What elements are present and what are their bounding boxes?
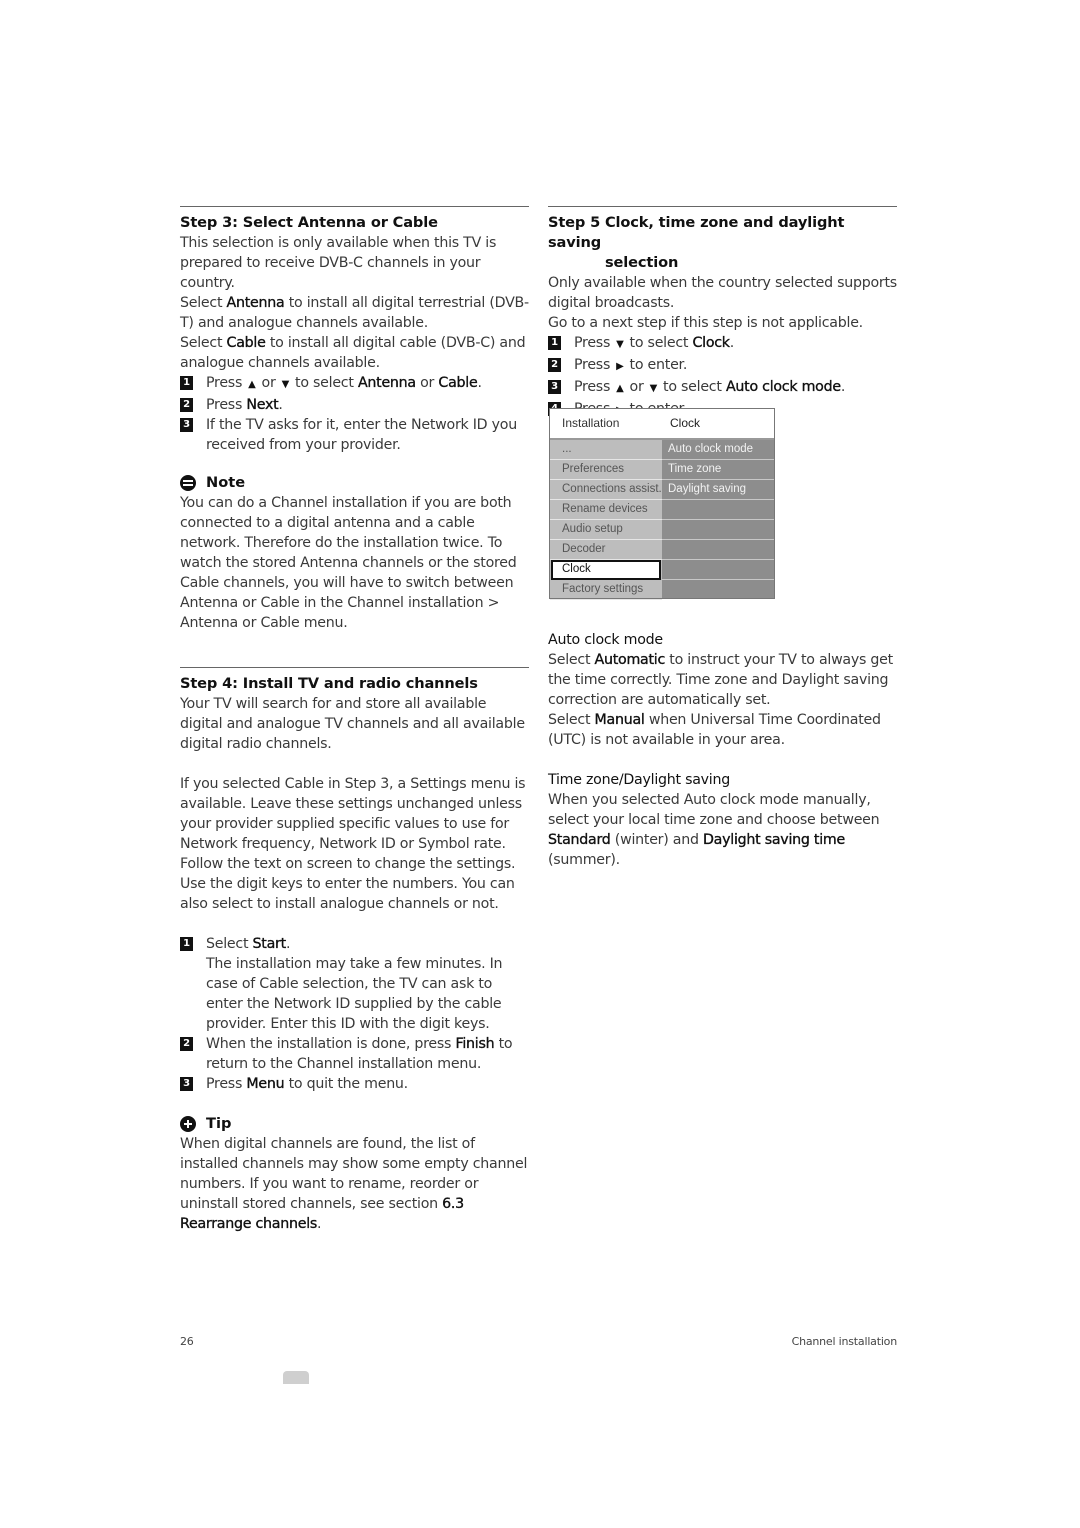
section-name: Channel installation xyxy=(791,1335,898,1348)
menu-item-decoder[interactable]: Decoder xyxy=(550,540,662,560)
right-column-lower: Auto clock mode Select Automatic to inst… xyxy=(548,630,897,870)
step-number-badge: 2 xyxy=(180,398,193,412)
auto-clock-paragraph-2: Select Manual when Universal Time Coordi… xyxy=(548,712,881,748)
step-number-badge: 3 xyxy=(548,380,561,394)
tv-installation-menu: Installation Clock ... Preferences Conne… xyxy=(549,408,775,600)
tip-heading: Tip xyxy=(180,1114,529,1134)
menu-subitem-empty xyxy=(662,520,774,540)
menu-subitem-empty xyxy=(662,580,774,599)
menu-left-list: ... Preferences Connections assist. Rena… xyxy=(550,440,662,600)
note-text: You can do a Channel installation if you… xyxy=(180,495,517,631)
page-number: 26 xyxy=(180,1335,194,1348)
timezone-paragraph: When you selected Auto clock mode manual… xyxy=(548,792,880,868)
step4-paragraph-1: Your TV will search for and store all av… xyxy=(180,696,525,752)
menu-header-clock: Clock xyxy=(670,416,701,430)
step5-heading: Step 5 Clock, time zone and daylight savi… xyxy=(548,214,845,271)
step3-paragraph-3: Select Cable to install all digital cabl… xyxy=(180,335,526,371)
step5-instruction-2: 2 Press ▶ to enter. xyxy=(548,355,897,377)
step-number-badge: 3 xyxy=(180,1077,193,1091)
step4-instruction-3: 3 Press Menu to quit the menu. xyxy=(180,1074,529,1094)
step5-paragraph-2: Go to a next step if this step is not ap… xyxy=(548,315,863,331)
step-number-badge: 1 xyxy=(548,336,561,350)
auto-clock-mode-heading: Auto clock mode xyxy=(548,632,663,648)
menu-item-connections-assist[interactable]: Connections assist. xyxy=(550,480,662,500)
menu-subitem-auto-clock-mode[interactable]: Auto clock mode xyxy=(662,440,774,460)
menu-subitem-empty xyxy=(662,500,774,520)
menu-item-audio-setup[interactable]: Audio setup xyxy=(550,520,662,540)
step3-instruction-2: 2 Press Next. xyxy=(180,395,529,415)
step5-instruction-1: 1 Press ▼ to select Clock. xyxy=(548,333,897,355)
step4-heading: Step 4: Install TV and radio channels xyxy=(180,675,478,692)
menu-subitem-empty xyxy=(662,540,774,560)
menu-header: Installation Clock xyxy=(550,409,774,440)
step3-paragraph-1: This selection is only available when th… xyxy=(180,235,497,291)
arrow-down-icon: ▼ xyxy=(616,339,624,350)
timezone-heading: Time zone/Daylight saving xyxy=(548,772,730,788)
arrow-right-icon: ▶ xyxy=(616,361,624,372)
note-icon xyxy=(180,475,196,491)
step-number-badge: 3 xyxy=(180,418,193,432)
step5-paragraph-1: Only available when the country selected… xyxy=(548,275,897,311)
step3-heading: Step 3: Select Antenna or Cable xyxy=(180,214,438,231)
left-column: Step 3: Select Antenna or Cable This sel… xyxy=(180,206,529,1234)
step-number-badge: 1 xyxy=(180,376,193,390)
menu-header-installation: Installation xyxy=(562,416,620,430)
auto-clock-paragraph-1: Select Automatic to instruct your TV to … xyxy=(548,652,893,708)
menu-item-factory-settings[interactable]: Factory settings xyxy=(550,580,662,600)
step4-paragraph-2: If you selected Cable in Step 3, a Setti… xyxy=(180,776,526,912)
page-tab-marker xyxy=(283,1371,309,1384)
arrow-up-icon: ▲ xyxy=(248,379,256,390)
arrow-down-icon: ▼ xyxy=(649,383,658,394)
step4-instruction-2: 2 When the installation is done, press F… xyxy=(180,1034,529,1074)
arrow-down-icon: ▼ xyxy=(281,379,290,390)
step4-instructions: 1 Select Start. The installation may tak… xyxy=(180,934,529,1094)
step3-instructions: 1 Press ▲ or ▼ to select Antenna or Cable. 2… xyxy=(180,373,529,455)
step-number-badge: 2 xyxy=(180,1037,193,1051)
menu-subitem-time-zone[interactable]: Time zone xyxy=(662,460,774,480)
step4-instruction-1: 1 Select Start. The installation may tak… xyxy=(180,934,529,1034)
step3-paragraph-2: Select Antenna to install all digital te… xyxy=(180,295,529,331)
menu-item-clock[interactable]: Clock xyxy=(551,560,661,580)
right-column: Step 5 Clock, time zone and daylight savi… xyxy=(548,206,897,421)
menu-item-rename-devices[interactable]: Rename devices xyxy=(550,500,662,520)
menu-item-preferences[interactable]: Preferences xyxy=(550,460,662,480)
tip-text: When digital channels are found, the lis… xyxy=(180,1136,528,1232)
step5-instruction-3: 3 Press ▲ or ▼ to select Auto clock mode. xyxy=(548,377,897,399)
arrow-up-icon: ▲ xyxy=(616,383,624,394)
step-number-badge: 1 xyxy=(180,937,193,951)
menu-subitem-empty xyxy=(662,560,774,580)
step-number-badge: 2 xyxy=(548,358,561,372)
step3-instruction-3: 3 If the TV asks for it, enter the Netwo… xyxy=(180,415,529,455)
tip-icon xyxy=(180,1116,196,1132)
menu-right-list: Auto clock mode Time zone Daylight savin… xyxy=(662,440,774,598)
step3-instruction-1: 1 Press ▲ or ▼ to select Antenna or Cable. xyxy=(180,373,529,395)
note-heading: Note xyxy=(180,473,529,493)
menu-item-ellipsis[interactable]: ... xyxy=(550,440,662,460)
menu-subitem-daylight-saving[interactable]: Daylight saving xyxy=(662,480,774,500)
